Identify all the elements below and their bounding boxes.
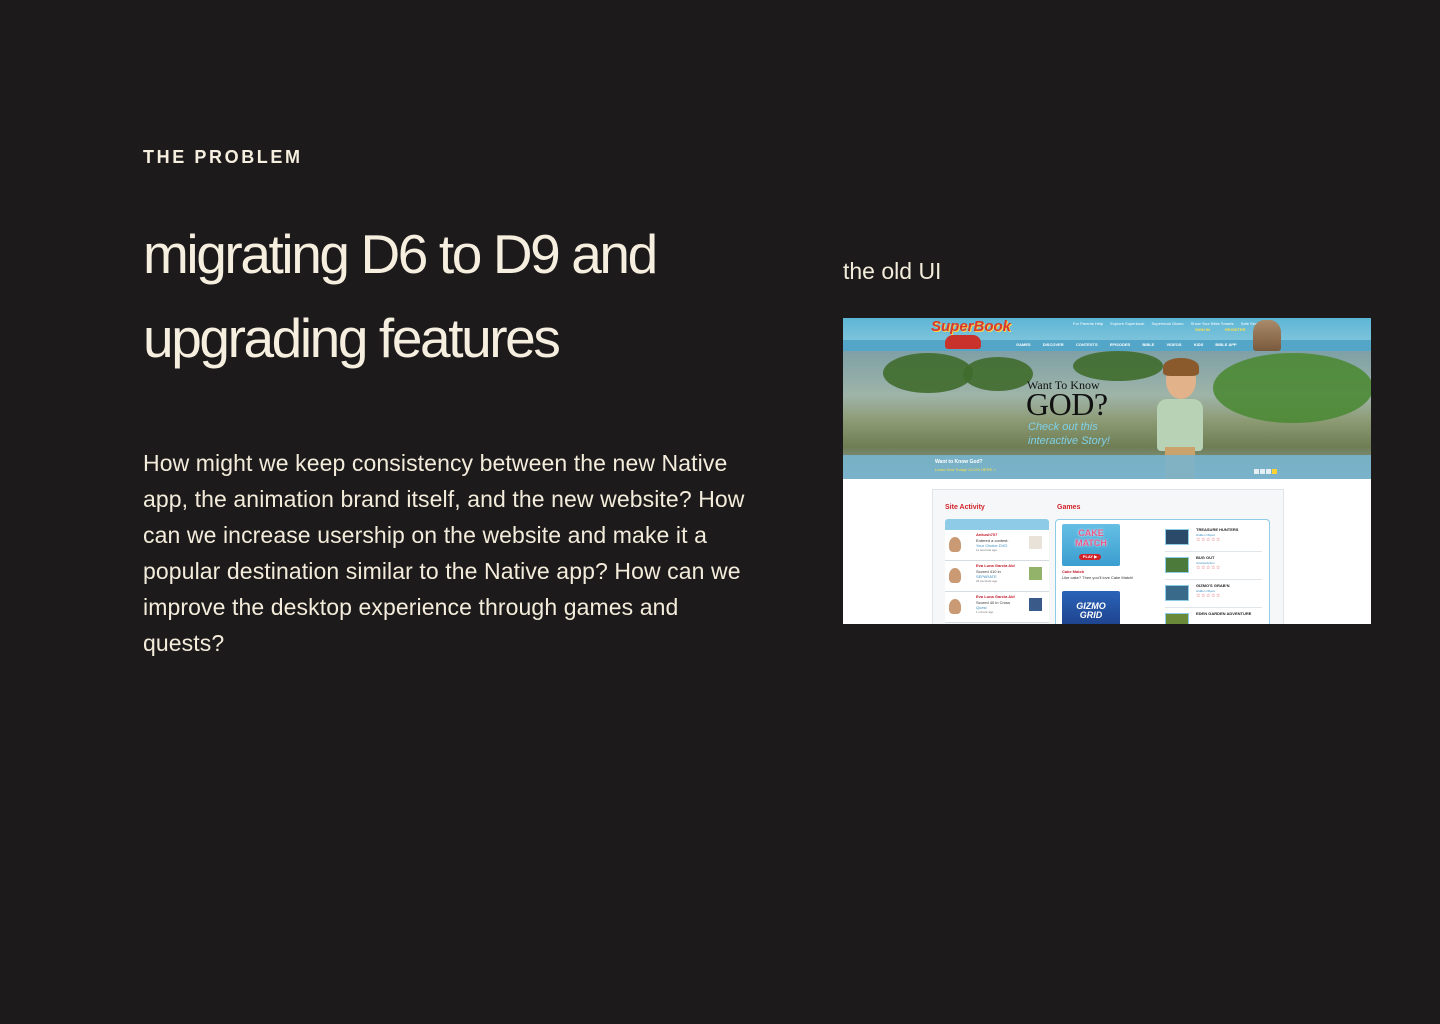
character-illustration <box>1253 320 1281 351</box>
sign-in-link: SIGN IN <box>1195 327 1210 332</box>
avatar <box>949 568 961 583</box>
nav-item: KIDS <box>1193 342 1204 347</box>
old-ui-login: SIGN IN REGISTER <box>1195 327 1259 332</box>
activity-item: Eva Luna Garcia Ald Scored 410 in SEPARA… <box>945 561 1049 592</box>
featured-game-desc: Like cake? Then you'll love Cake Match! <box>1062 575 1134 580</box>
carousel-dot <box>1254 469 1259 474</box>
game-list-item: GIZMO'S GRAB'N Hidden Object ☆☆☆☆☆ <box>1165 580 1262 608</box>
hero-line-3a: Check out this <box>1028 421 1098 433</box>
game-list: TREASURE HUNTERS Hidden Object ☆☆☆☆☆ BUG… <box>1165 524 1262 624</box>
hero-line-3b: interactive Story! <box>1028 435 1110 447</box>
nav-item: DISCOVER <box>1042 342 1064 347</box>
carousel-dot <box>1266 469 1271 474</box>
util-link: Explore Superbook <box>1110 321 1145 326</box>
games-title: Games <box>1057 504 1081 511</box>
game-rating: ☆☆☆☆☆ <box>1196 537 1221 543</box>
activity-thumbnail <box>1029 598 1042 611</box>
util-link: For Parents Help <box>1073 321 1104 326</box>
logo-car-icon <box>945 335 981 349</box>
game-thumbnail <box>1165 557 1189 573</box>
gizmo-grid-title: GIZMO GRID <box>1076 601 1106 620</box>
nav-item: CONTESTS <box>1075 342 1098 347</box>
activity-time: 23 seconds ago <box>976 579 998 583</box>
game-list-item: TREASURE HUNTERS Hidden Object ☆☆☆☆☆ <box>1165 524 1262 552</box>
carousel-dot <box>1260 469 1265 474</box>
boy-hair <box>1163 358 1199 376</box>
nav-item: VIDEOS <box>1166 342 1182 347</box>
hero-tree <box>963 357 1033 391</box>
boy-character <box>1157 399 1203 451</box>
game-list-item: BUG OUT Arcade/Action ☆☆☆☆☆ <box>1165 552 1262 580</box>
avatar <box>949 537 961 552</box>
activity-item: Ankush707 Entered a contest: Your Choice… <box>945 530 1049 561</box>
avatar <box>949 599 961 614</box>
register-link: REGISTER <box>1225 327 1246 332</box>
hero-tree <box>883 353 973 393</box>
hero-bar <box>843 455 1371 479</box>
game-list-item: EDEN GARDEN ADVENTURE <box>1165 608 1262 624</box>
game-name: EDEN GARDEN ADVENTURE <box>1196 611 1252 616</box>
hero-tree <box>1213 353 1371 423</box>
game-name: GIZMO'S GRAB'N <box>1196 583 1230 588</box>
old-ui-util-links: For Parents Help Explore Superbook Super… <box>1073 321 1269 326</box>
hero-line-2: GOD? <box>1026 386 1108 422</box>
activity-user: Eva Luna Garcia Ald <box>976 594 1015 599</box>
featured-game-name: Cake Match <box>1062 569 1085 574</box>
nav-item: BIBLE APP <box>1215 342 1237 347</box>
play-button: PLAY ▶ <box>1079 554 1101 560</box>
site-activity-bar <box>945 519 1049 530</box>
hero-bar-question: Want to Know God? <box>935 459 983 465</box>
game-thumbnail <box>1165 613 1189 624</box>
nav-item: GAMES <box>1016 342 1031 347</box>
game-name: BUG OUT <box>1196 555 1215 560</box>
game-rating: ☆☆☆☆☆ <box>1196 593 1221 599</box>
game-thumbnail <box>1165 585 1189 601</box>
game-rating: ☆☆☆☆☆ <box>1196 565 1221 571</box>
nav-item: EPISODES <box>1109 342 1131 347</box>
game-name: TREASURE HUNTERS <box>1196 527 1239 532</box>
activity-user: Ankush707 <box>976 532 998 537</box>
nav-item: BIBLE <box>1142 342 1155 347</box>
section-headline: migrating D6 to D9 and upgrading feature… <box>143 223 658 369</box>
game-thumbnail <box>1165 529 1189 545</box>
hero-bar-cta: Learn How Today! CLICK HERE » <box>935 467 996 472</box>
util-link: Show Your Bible Smarts <box>1190 321 1234 326</box>
hero-tree <box>1073 351 1163 381</box>
carousel-dot-active <box>1272 469 1277 474</box>
activity-time: 1 minute ago <box>976 610 994 614</box>
old-ui-screenshot: SuperBook For Parents Help Explore Super… <box>843 318 1371 624</box>
site-activity-title: Site Activity <box>945 504 985 511</box>
problem-statement: How might we keep consistency between th… <box>143 450 745 656</box>
activity-thumbnail <box>1029 536 1042 549</box>
site-activity-list: Ankush707 Entered a contest: Your Choice… <box>945 530 1049 623</box>
old-ui-caption: the old UI <box>843 258 942 284</box>
carousel-dots <box>1254 461 1278 479</box>
old-ui-logo: SuperBook <box>931 318 1012 335</box>
activity-time: 11 seconds ago <box>976 548 997 552</box>
activity-user: Eva Luna Garcia Ald <box>976 563 1015 568</box>
old-ui-nav: GAMES DISCOVER CONTESTS EPISODES BIBLE V… <box>1016 342 1248 347</box>
section-eyebrow: THE PROBLEM <box>143 147 303 167</box>
util-link: Superbook Gizmo <box>1151 321 1184 326</box>
cake-match-title: CAKE MATCH <box>1075 528 1107 548</box>
activity-thumbnail <box>1029 567 1042 580</box>
hero-line-3: Check out this interactive Story! <box>1028 420 1110 448</box>
activity-item: Eva Luna Garcia Ald Scored 40 in Cross Q… <box>945 592 1049 623</box>
